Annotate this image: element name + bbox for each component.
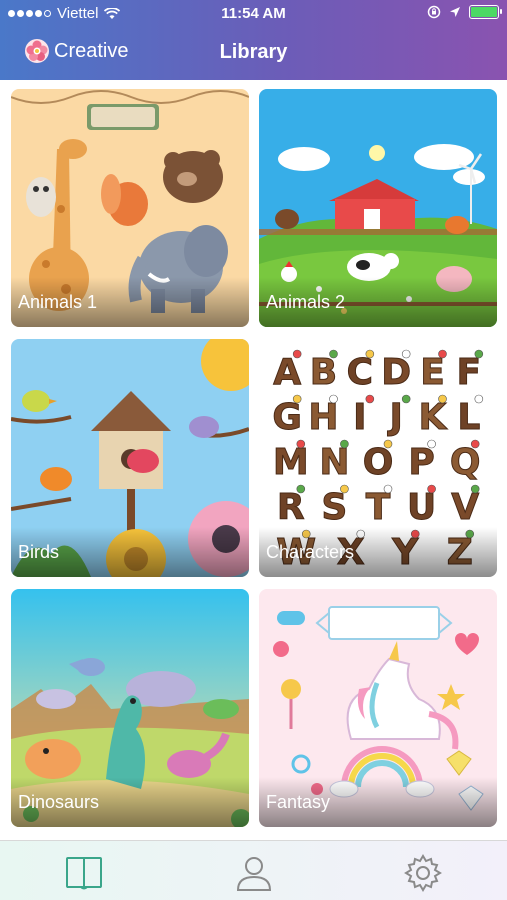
- library-card-animals-1[interactable]: Animals 1: [11, 89, 249, 327]
- library-card-animals-2[interactable]: Animals 2: [259, 89, 497, 327]
- gear-icon: [404, 854, 442, 892]
- battery-icon: [469, 5, 502, 19]
- rotation-lock-icon: [427, 5, 441, 19]
- letter-decoration: [340, 484, 349, 494]
- alphabet-letter: E: [420, 352, 445, 393]
- flower-logo-icon: [25, 39, 49, 63]
- library-card-characters[interactable]: ABCDEFGHIJKLMNOPQRSTUVWXYZ Characters: [259, 339, 497, 577]
- letter-decoration: [401, 349, 411, 359]
- letter-decoration: [438, 394, 447, 404]
- alphabet-letter: F: [457, 352, 482, 393]
- letter-decoration: [365, 394, 375, 404]
- letter-decoration: [427, 484, 436, 494]
- card-label: Dinosaurs: [18, 792, 100, 812]
- library-card-fantasy[interactable]: Fantasy: [259, 589, 497, 827]
- library-card-birds[interactable]: Birds: [11, 339, 249, 577]
- tab-library[interactable]: [64, 853, 104, 893]
- letter-decoration: [365, 349, 375, 359]
- tab-bar: [0, 840, 507, 900]
- letter-decoration: [474, 394, 484, 404]
- letter-decoration: [296, 484, 306, 494]
- letter-decoration: [292, 394, 302, 404]
- letter-decoration: [470, 484, 480, 494]
- top-bar: Viettel 11:54 AM Creative Library: [0, 0, 507, 80]
- letter-decoration: [474, 349, 484, 359]
- book-icon: [66, 857, 102, 890]
- library-grid: Animals 1 Animals 2 Birds A B C D E F G …: [0, 80, 507, 840]
- letter-decoration: [470, 439, 480, 449]
- letter-decoration: [427, 439, 436, 449]
- alphabet-letter: J: [386, 397, 402, 438]
- letter-decoration: [340, 439, 349, 449]
- location-icon: [450, 7, 460, 17]
- person-icon: [236, 857, 272, 891]
- tab-settings[interactable]: [403, 853, 443, 893]
- letter-decoration: [329, 349, 338, 359]
- letter-decoration: [438, 349, 447, 359]
- creative-back-button[interactable]: Creative: [24, 38, 128, 64]
- letter-decoration: [296, 439, 306, 449]
- letter-decoration: [292, 349, 302, 359]
- card-label: Animals 2: [266, 292, 346, 312]
- card-label: Fantasy: [266, 792, 331, 812]
- nav-bar: Creative Library: [0, 28, 507, 80]
- letter-decoration: [329, 394, 338, 404]
- library-card-dinosaurs[interactable]: Dinosaurs: [11, 589, 249, 827]
- status-right: [427, 5, 502, 19]
- card-label: Characters: [266, 542, 355, 562]
- tab-profile[interactable]: [234, 853, 274, 893]
- letter-decoration: [401, 394, 411, 404]
- card-label: Animals 1: [18, 292, 98, 312]
- creative-back-label: Creative: [54, 39, 129, 62]
- letter-decoration: [383, 484, 393, 494]
- status-bar: Viettel 11:54 AM: [0, 0, 507, 28]
- alphabet-letter: M: [273, 442, 309, 483]
- alphabet-letter: L: [457, 397, 480, 438]
- letter-decoration: [383, 439, 393, 449]
- alphabet-letter: I: [353, 397, 366, 438]
- card-label: Birds: [18, 542, 60, 562]
